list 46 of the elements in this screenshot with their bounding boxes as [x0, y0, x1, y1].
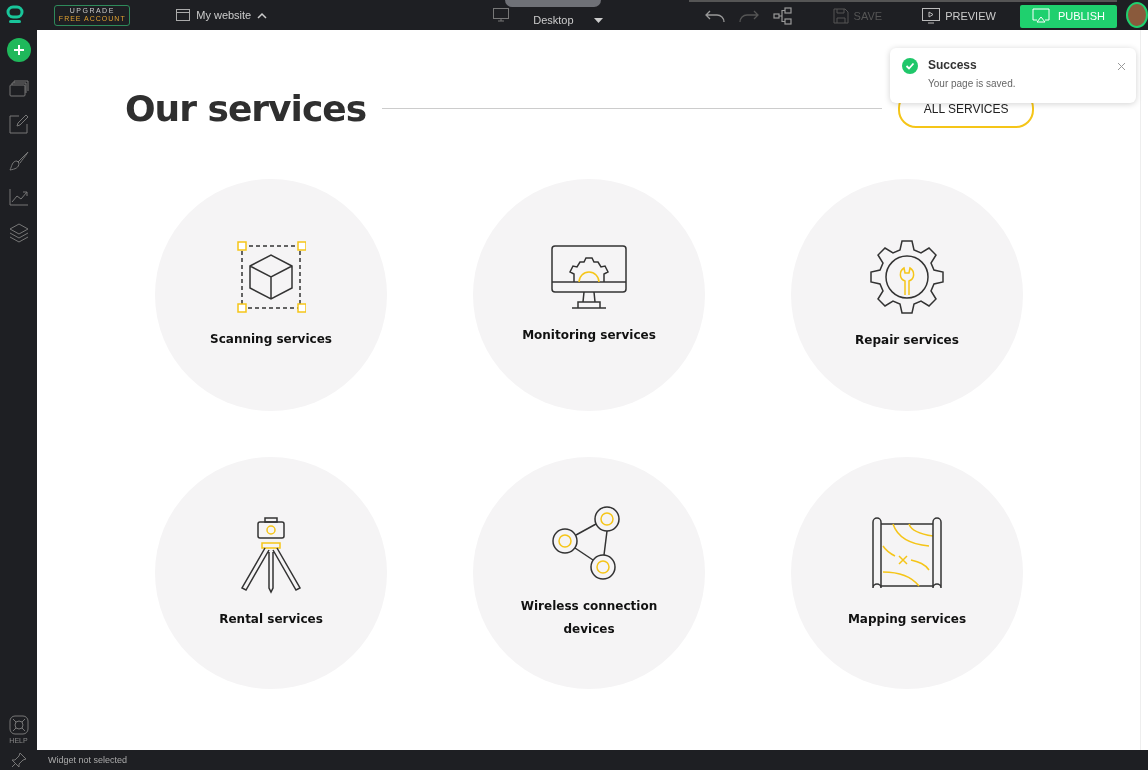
- device-dropdown[interactable]: Desktop: [533, 4, 603, 26]
- service-name: Scanning services: [209, 330, 333, 348]
- service-card[interactable]: Wireless connection devices: [473, 457, 705, 689]
- brush-icon[interactable]: [8, 151, 29, 171]
- chart-icon[interactable]: [8, 188, 29, 206]
- service-name: Mapping services: [846, 610, 968, 628]
- service-name: Rental services: [218, 610, 324, 628]
- website-menu[interactable]: My website: [176, 9, 268, 21]
- cast-screen-icon: [1031, 8, 1050, 24]
- section-title: Our services: [125, 88, 367, 129]
- play-screen-icon: [922, 8, 941, 24]
- collapse-tab[interactable]: [505, 0, 602, 7]
- desktop-icon: [493, 8, 510, 22]
- service-card[interactable]: Mapping services: [791, 457, 1023, 689]
- toast-message: Your page is saved.: [928, 78, 1016, 89]
- preview-button[interactable]: PREVIEW: [922, 8, 996, 24]
- logo-icon[interactable]: [6, 5, 25, 25]
- tripod-icon: [240, 515, 302, 594]
- avatar[interactable]: [1125, 2, 1148, 28]
- sitemap-button[interactable]: [772, 7, 793, 25]
- status-text: Widget not selected: [48, 755, 128, 765]
- close-button[interactable]: [1117, 62, 1126, 71]
- toast-title: Success: [928, 58, 978, 72]
- undo-button[interactable]: [704, 9, 725, 23]
- chevron-up-icon: [257, 11, 268, 19]
- caret-icon: [593, 17, 603, 23]
- service-card[interactable]: Repair services: [791, 179, 1023, 411]
- gear-wrench-icon: [869, 238, 945, 315]
- service-name: Wireless connection devices: [519, 598, 659, 638]
- service-card[interactable]: Monitoring services: [473, 179, 705, 411]
- edit-icon[interactable]: [8, 114, 29, 134]
- lifebuoy-icon: [8, 715, 29, 735]
- redo-button[interactable]: [738, 9, 759, 23]
- service-card[interactable]: Rental services: [155, 457, 387, 689]
- service-name: Repair services: [854, 331, 960, 349]
- service-card[interactable]: Scanning services: [155, 179, 387, 411]
- pin-icon[interactable]: [10, 752, 27, 768]
- plus-icon: [12, 44, 25, 56]
- check-icon: [902, 58, 918, 74]
- window-icon: [176, 9, 191, 21]
- service-name: Monitoring services: [521, 326, 657, 344]
- cube-icon: [236, 239, 306, 314]
- add-button[interactable]: [6, 38, 31, 62]
- monitor-gear-icon: [550, 243, 628, 310]
- layers-icon[interactable]: [8, 223, 29, 243]
- pages-icon[interactable]: [8, 79, 29, 97]
